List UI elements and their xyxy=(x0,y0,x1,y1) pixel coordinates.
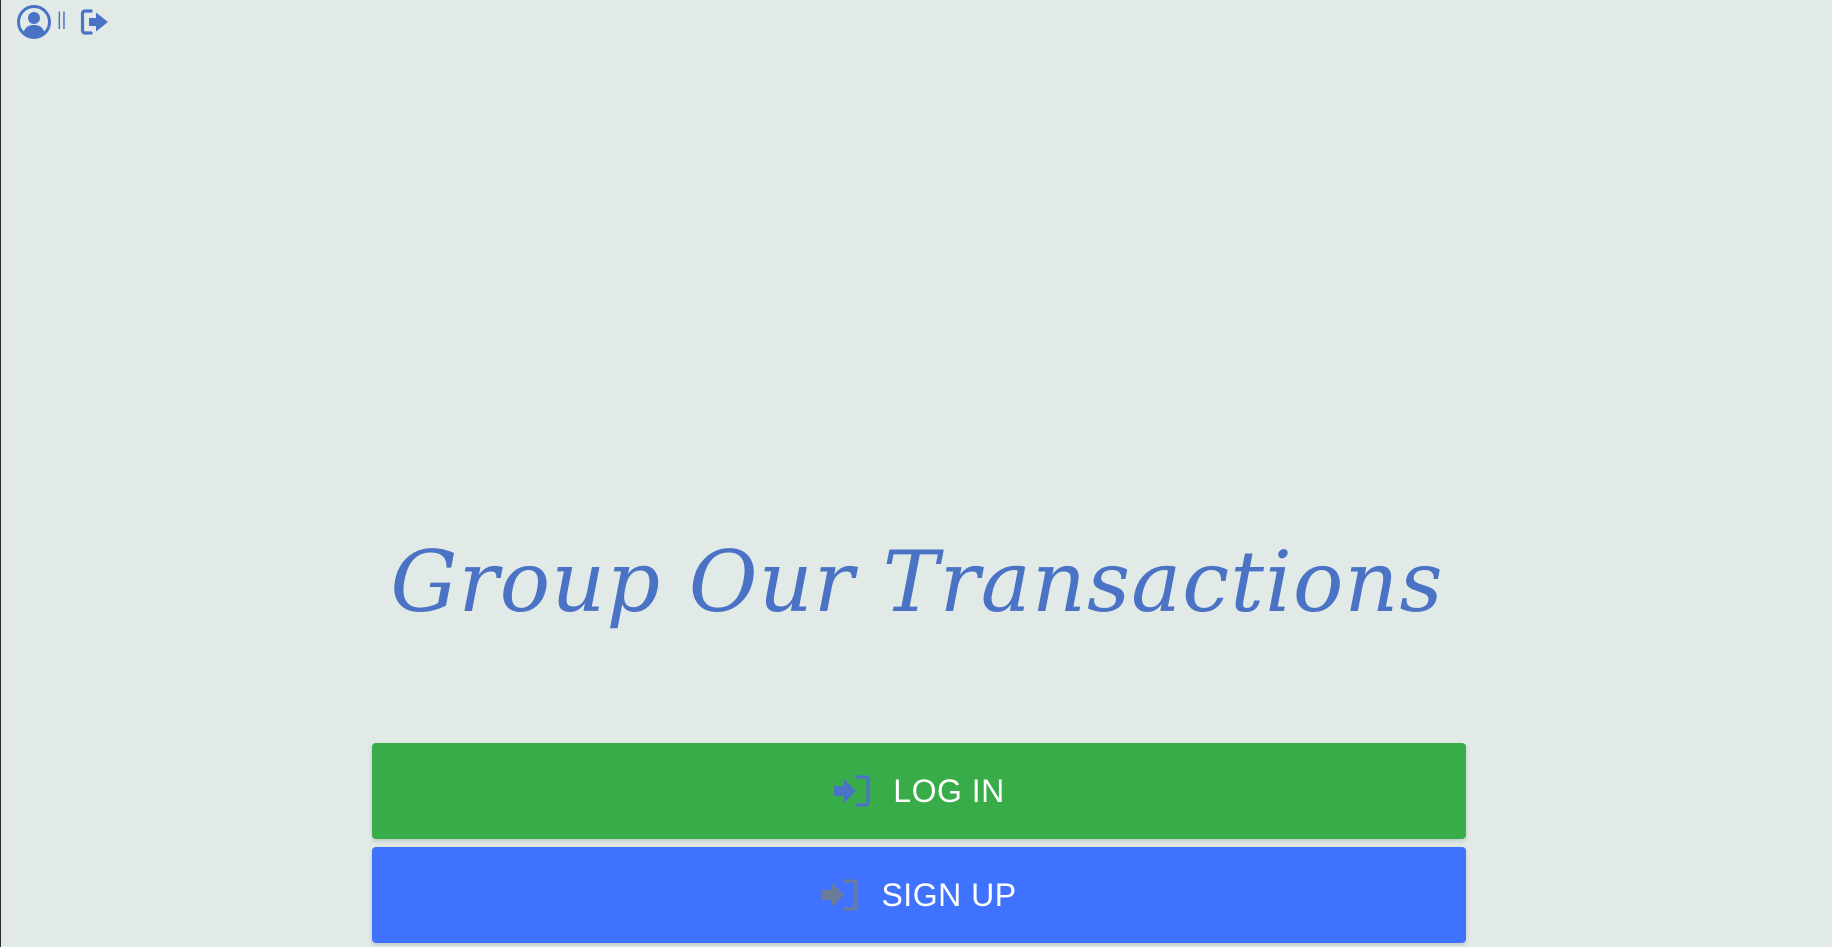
login-button[interactable]: LOG IN xyxy=(372,743,1466,839)
login-button-label: LOG IN xyxy=(893,772,1005,809)
sign-in-icon xyxy=(834,775,870,807)
sign-in-icon xyxy=(822,879,859,911)
signup-button[interactable]: SIGN UP xyxy=(372,847,1466,943)
signup-button-label: SIGN UP xyxy=(881,876,1017,913)
avatar[interactable] xyxy=(17,5,51,39)
sign-out-icon[interactable] xyxy=(80,8,110,36)
page-title: Group Our Transactions xyxy=(390,533,1444,631)
user-circle-icon[interactable] xyxy=(17,5,51,39)
top-bar: || xyxy=(17,4,110,40)
header-separator: || xyxy=(57,9,67,29)
